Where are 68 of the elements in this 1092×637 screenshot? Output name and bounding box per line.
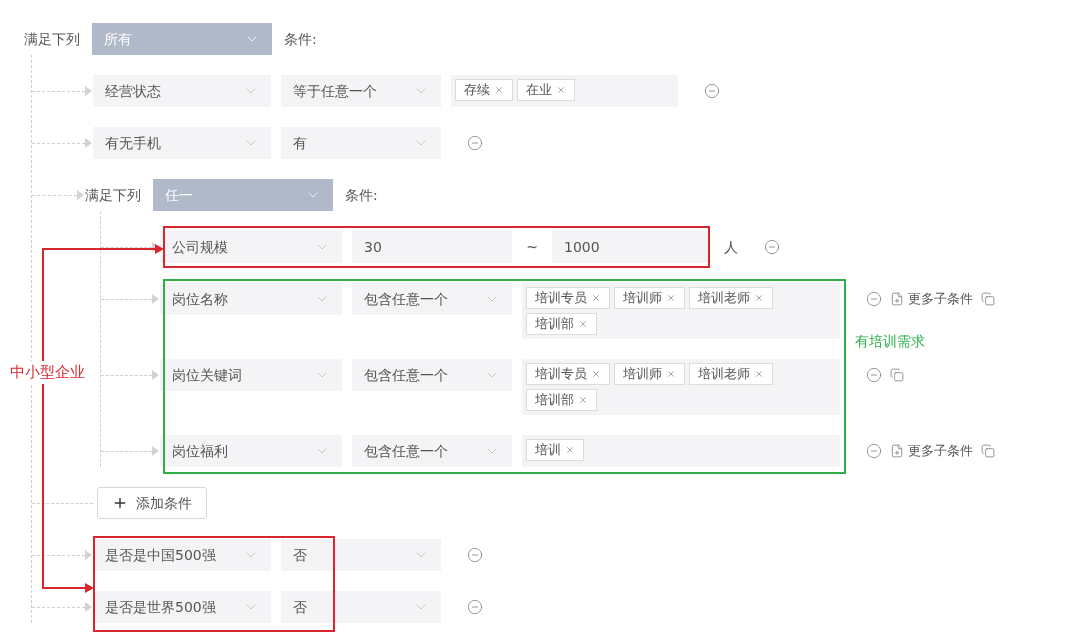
copy-icon[interactable] (890, 368, 904, 382)
tag: 培训专员 (526, 363, 610, 385)
remove-icon[interactable] (467, 547, 483, 563)
tag: 培训老师 (689, 287, 773, 309)
dropdown[interactable]: 是否是中国500强 (93, 539, 271, 571)
remove-icon[interactable] (704, 83, 720, 99)
dropdown[interactable]: 有无手机 (93, 127, 271, 159)
dropdown[interactable]: 包含任意一个 (352, 435, 512, 467)
remove-icon[interactable] (764, 239, 780, 255)
group-label: 满足下列 (85, 185, 141, 205)
tag-close-icon[interactable] (565, 445, 575, 455)
tag: 培训专员 (526, 287, 610, 309)
tag: 在业 (517, 79, 575, 101)
file-plus-icon (890, 444, 904, 458)
annotation-label: 中小型企业 (8, 361, 87, 384)
dropdown[interactable]: 等于任意一个 (281, 75, 441, 107)
tag-close-icon[interactable] (556, 85, 566, 95)
add-condition-button[interactable]: 添加条件 (97, 487, 207, 519)
tag-close-icon[interactable] (494, 85, 504, 95)
tag-close-icon[interactable] (578, 395, 588, 405)
tag: 培训师 (614, 287, 685, 309)
dropdown[interactable]: 否 (281, 539, 441, 571)
tag: 培训 (526, 439, 584, 461)
conditions-label: 条件: (284, 29, 317, 49)
dropdown[interactable]: 岗位名称 (160, 283, 342, 315)
remove-icon[interactable] (866, 291, 882, 307)
tag-close-icon[interactable] (754, 369, 764, 379)
tag-close-icon[interactable] (578, 319, 588, 329)
tag-close-icon[interactable] (666, 293, 676, 303)
tag: 培训师 (614, 363, 685, 385)
group-label: 满足下列 (24, 29, 80, 49)
dropdown[interactable]: 岗位福利 (160, 435, 342, 467)
more-subconditions-button[interactable]: 更多子条件 (890, 441, 973, 461)
tag: 培训部 (526, 389, 597, 411)
file-plus-icon (890, 292, 904, 306)
remove-icon[interactable] (467, 599, 483, 615)
max-input[interactable]: 1000 (552, 231, 710, 263)
dropdown[interactable]: 包含任意一个 (352, 359, 512, 391)
tag-close-icon[interactable] (754, 293, 764, 303)
more-subconditions-button[interactable]: 更多子条件 (890, 289, 973, 309)
dropdown[interactable]: 公司规模 (160, 231, 342, 263)
tag-close-icon[interactable] (591, 293, 601, 303)
remove-icon[interactable] (866, 443, 882, 459)
min-input[interactable]: 30 (352, 231, 512, 263)
tag-field[interactable]: 培训专员 培训师 培训老师 培训部 (522, 359, 840, 415)
tag-field[interactable]: 培训专员 培训师 培训老师 培训部 (522, 283, 840, 339)
dropdown[interactable]: 岗位关键词 (160, 359, 342, 391)
dropdown[interactable]: 包含任意一个 (352, 283, 512, 315)
dropdown[interactable]: 经营状态 (93, 75, 271, 107)
tag-close-icon[interactable] (591, 369, 601, 379)
range-separator: ~ (525, 237, 539, 257)
copy-icon[interactable] (981, 444, 995, 458)
dropdown[interactable]: 是否是世界500强 (93, 591, 271, 623)
dropdown[interactable]: 否 (281, 591, 441, 623)
conditions-label: 条件: (345, 185, 378, 205)
remove-icon[interactable] (866, 367, 882, 383)
dropdown[interactable]: 有 (281, 127, 441, 159)
tag-field[interactable]: 培训 (522, 435, 840, 467)
tag-field[interactable]: 存续 在业 (451, 75, 678, 107)
tag-close-icon[interactable] (666, 369, 676, 379)
tag: 培训老师 (689, 363, 773, 385)
copy-icon[interactable] (981, 292, 995, 306)
tag: 存续 (455, 79, 513, 101)
tag: 培训部 (526, 313, 597, 335)
unit-label: 人 (724, 237, 738, 257)
plus-icon (112, 495, 128, 511)
remove-icon[interactable] (467, 135, 483, 151)
annotation-label: 有培训需求 (855, 332, 925, 351)
